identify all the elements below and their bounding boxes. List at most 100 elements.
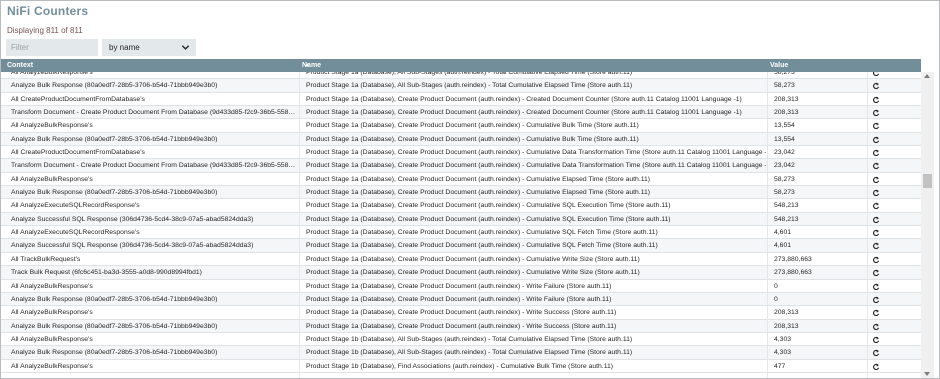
- reset-icon: [873, 96, 880, 103]
- table-row[interactable]: All AnalyzeBulkResponse's Product Stage 1…: [1, 172, 921, 187]
- table-row[interactable]: Analyze Bulk Response (80a0edf7-28b5-370…: [1, 132, 921, 147]
- table-row[interactable]: Analyze Successful SQL Response (306d473…: [1, 212, 921, 227]
- cell-name: Product Stage 1a (Database), Create Prod…: [306, 255, 640, 263]
- reset-counter-button[interactable]: [871, 146, 883, 159]
- reset-counter-button[interactable]: [871, 79, 883, 92]
- table-row[interactable]: All AnalyzeBulkResponse's Product Stage 1…: [1, 119, 921, 133]
- cell-name: Product Stage 1a (Database), Create Prod…: [306, 122, 639, 130]
- reset-icon: [873, 176, 880, 183]
- table-row[interactable]: All AnalyzeBulkResponse's Product Stage 1…: [1, 359, 921, 373]
- column-divider: [867, 72, 868, 378]
- table-row[interactable]: All TrackBulkRequest's Product Stage 1a (…: [1, 252, 921, 267]
- cell-name: Product Stage 1a (Database), Create Prod…: [306, 175, 651, 183]
- reset-counter-button[interactable]: [871, 133, 883, 146]
- cell-context: All AnalyzeBulkResponse's: [11, 335, 93, 343]
- table-row[interactable]: Analyze Bulk Response (80a0edf7-28b5-370…: [1, 319, 921, 333]
- reset-counter-button[interactable]: [871, 186, 883, 199]
- reset-counter-button[interactable]: [871, 93, 883, 106]
- page-title: NiFi Counters: [7, 4, 89, 18]
- reset-icon: [873, 256, 880, 263]
- filter-by-select[interactable]: by name: [102, 39, 196, 56]
- counters-panel: NiFi Counters Displaying 811 of 811 by n…: [0, 0, 940, 379]
- reset-counter-button[interactable]: [871, 226, 883, 239]
- table-row[interactable]: Analyze Successful SQL Response (306d473…: [1, 239, 921, 253]
- filter-input[interactable]: [6, 39, 98, 56]
- reset-counter-button[interactable]: [871, 253, 883, 266]
- cell-context: Analyze Bulk Response (80a0edf7-28b5-370…: [11, 189, 218, 197]
- table-row[interactable]: All AnalyzeBulkResponse's Product Stage 1…: [1, 306, 921, 320]
- reset-icon: [873, 203, 880, 210]
- table-row[interactable]: Analyze Bulk Response (80a0edf7-28b5-370…: [1, 186, 921, 200]
- scroll-up-arrow-icon[interactable]: [924, 74, 930, 78]
- reset-counter-button[interactable]: [871, 280, 883, 293]
- table-row[interactable]: Track Bulk Request (6fc6c451-ba3d-3555-a…: [1, 266, 921, 280]
- table-row[interactable]: All AnalyzeExecuteSQLRecordResponse's Pro…: [1, 226, 921, 240]
- reset-counter-button[interactable]: [871, 293, 883, 306]
- cell-value: 4,303: [774, 335, 792, 343]
- cell-context: All TrackBulkRequest's: [11, 255, 81, 263]
- cell-name: Product Stage 1a (Database), Create Prod…: [306, 95, 742, 103]
- table-row[interactable]: Transform Document - Create Product Docu…: [1, 106, 921, 120]
- cell-value: 273,880,663: [774, 255, 812, 263]
- column-header-context-label: Context: [7, 62, 34, 69]
- table-row[interactable]: All AnalyzeBulkResponse's Product Stage 1…: [1, 332, 921, 347]
- cell-name: Product Stage 1a (Database), Create Prod…: [306, 109, 742, 117]
- column-divider: [767, 72, 768, 378]
- table-rows: All AnalyzeBulkResponse's Product Stage 1…: [1, 72, 921, 373]
- cell-name: Product Stage 1a (Database), Create Prod…: [306, 282, 612, 290]
- reset-counter-button[interactable]: [871, 213, 883, 226]
- cell-name: Product Stage 1a (Database), Create Prod…: [306, 189, 651, 197]
- table-row[interactable]: All CreateProductDocumentFromDatabase's P…: [1, 92, 921, 107]
- cell-name: Product Stage 1a (Database), Create Prod…: [306, 269, 640, 277]
- table-row[interactable]: Analyze Bulk Response (80a0edf7-28b5-370…: [1, 79, 921, 93]
- table-row[interactable]: All AnalyzeBulkResponse's Product Stage 1…: [1, 72, 921, 80]
- column-header-value-label: Value: [770, 62, 789, 69]
- reset-icon: [873, 229, 880, 237]
- table-row[interactable]: All AnalyzeExecuteSQLRecordResponse's Pro…: [1, 199, 921, 213]
- reset-icon: [873, 163, 880, 170]
- reset-icon: [873, 296, 880, 303]
- reset-counter-button[interactable]: [871, 306, 883, 319]
- cell-value: 58,273: [774, 82, 795, 90]
- reset-counter-button[interactable]: [871, 199, 883, 212]
- cell-context: All AnalyzeBulkResponse's: [11, 282, 93, 290]
- reset-counter-button[interactable]: [871, 320, 883, 333]
- reset-counter-button[interactable]: [871, 119, 883, 132]
- cell-context: Transform Document - Create Product Docu…: [11, 162, 297, 170]
- cell-context: Analyze Bulk Response (80a0edf7-28b5-370…: [11, 82, 218, 90]
- reset-icon: [873, 136, 880, 143]
- cell-context: All AnalyzeBulkResponse's: [11, 362, 93, 370]
- table-body[interactable]: All AnalyzeBulkResponse's Product Stage 1…: [1, 72, 921, 378]
- reset-counter-button[interactable]: [871, 173, 883, 186]
- scroll-down-arrow-icon[interactable]: [924, 372, 930, 376]
- reset-icon: [873, 363, 880, 370]
- reset-counter-button[interactable]: [871, 333, 883, 346]
- scrollbar-thumb[interactable]: [923, 174, 932, 188]
- reset-counter-button[interactable]: [871, 360, 883, 373]
- table-row[interactable]: Transform Document - Create Product Docu…: [1, 159, 921, 173]
- reset-counter-button[interactable]: [871, 239, 883, 252]
- cell-value: 58,273: [774, 72, 795, 76]
- reset-counter-button[interactable]: [871, 159, 883, 172]
- cell-value: 13,554: [774, 135, 795, 143]
- cell-name: Product Stage 1a (Database), Create Prod…: [306, 135, 639, 143]
- reset-counter-button[interactable]: [871, 72, 883, 79]
- vertical-scrollbar[interactable]: [921, 72, 934, 378]
- cell-value: 58,273: [774, 175, 795, 183]
- filter-by-label: by name: [109, 43, 140, 52]
- table-row[interactable]: Analyze Bulk Response (80a0edf7-28b5-370…: [1, 346, 921, 360]
- table-row[interactable]: All AnalyzeBulkResponse's Product Stage 1…: [1, 279, 921, 293]
- cell-name: Product Stage 1a (Database), Create Prod…: [306, 202, 671, 210]
- cell-context: All AnalyzeExecuteSQLRecordResponse's: [11, 202, 140, 210]
- cell-name: Product Stage 1a (Database), Create Prod…: [306, 229, 658, 237]
- cell-value: 477: [774, 362, 786, 370]
- cell-name: Product Stage 1a (Database), Create Prod…: [306, 162, 766, 170]
- cell-value: 208,313: [774, 322, 799, 330]
- table-row[interactable]: All CreateProductDocumentFromDatabase's P…: [1, 146, 921, 160]
- reset-counter-button[interactable]: [871, 266, 883, 279]
- cell-name: Product Stage 1a (Database), All Sub-Sta…: [306, 72, 633, 76]
- cell-name: Product Stage 1a (Database), Create Prod…: [306, 242, 658, 250]
- reset-counter-button[interactable]: [871, 346, 883, 359]
- reset-counter-button[interactable]: [871, 106, 883, 119]
- table-row[interactable]: Analyze Bulk Response (80a0edf7-28b5-370…: [1, 292, 921, 307]
